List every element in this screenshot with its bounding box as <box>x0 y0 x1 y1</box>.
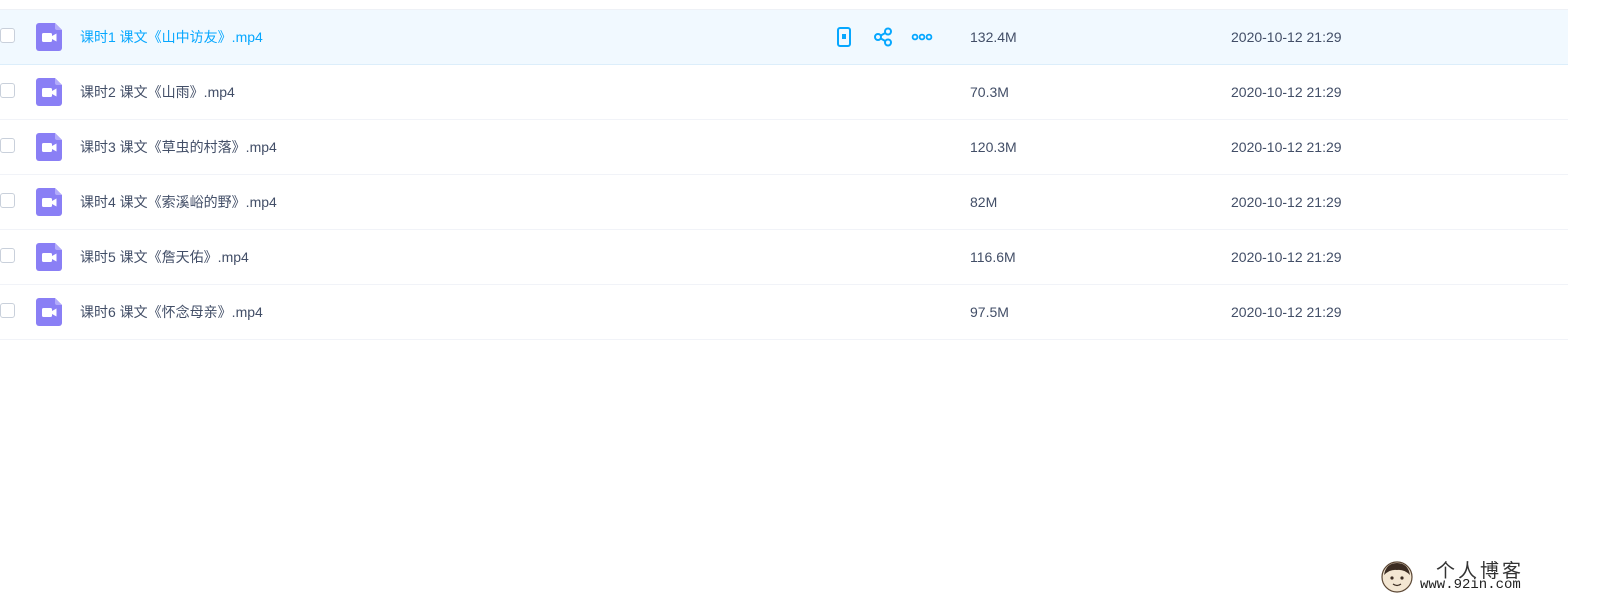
file-row[interactable]: 课时4 课文《索溪峪的野》.mp4 82M 2020-10-12 21:29 <box>0 175 1568 230</box>
file-size: 70.3M <box>970 84 1009 100</box>
row-checkbox[interactable] <box>0 303 15 318</box>
video-file-icon <box>36 23 62 51</box>
file-name[interactable]: 课时3 课文《草虫的村落》.mp4 <box>80 120 277 174</box>
row-checkbox[interactable] <box>0 83 15 98</box>
video-file-icon <box>36 133 62 161</box>
file-size: 116.6M <box>970 249 1016 265</box>
file-size: 120.3M <box>970 139 1017 155</box>
row-checkbox[interactable] <box>0 248 15 263</box>
file-modified-time: 2020-10-12 21:29 <box>1231 304 1342 320</box>
file-row[interactable]: 课时6 课文《怀念母亲》.mp4 97.5M 2020-10-12 21:29 <box>0 285 1568 340</box>
file-size: 132.4M <box>970 29 1017 45</box>
file-modified-time: 2020-10-12 21:29 <box>1231 249 1342 265</box>
file-size: 82M <box>970 194 998 210</box>
video-file-icon <box>36 188 62 216</box>
file-modified-time: 2020-10-12 21:29 <box>1231 29 1342 45</box>
share-icon[interactable] <box>872 26 894 48</box>
blog-watermark: 个人博客 www.92in.com <box>1378 556 1558 596</box>
file-size: 97.5M <box>970 304 1009 320</box>
file-list-page: 课时1 课文《山中访友》.mp4 132.4M 2020-10-12 21:29… <box>0 0 1603 611</box>
file-row[interactable]: 课时3 课文《草虫的村落》.mp4 120.3M 2020-10-12 21:2… <box>0 120 1568 175</box>
file-name[interactable]: 课时2 课文《山雨》.mp4 <box>80 65 235 119</box>
file-modified-time: 2020-10-12 21:29 <box>1231 84 1342 100</box>
file-row[interactable]: 课时2 课文《山雨》.mp4 70.3M 2020-10-12 21:29 <box>0 65 1568 120</box>
row-checkbox[interactable] <box>0 193 15 208</box>
avatar-icon <box>1381 561 1413 593</box>
phone-icon[interactable] <box>833 26 855 48</box>
file-modified-time: 2020-10-12 21:29 <box>1231 194 1342 210</box>
file-list: 课时1 课文《山中访友》.mp4 132.4M 2020-10-12 21:29… <box>0 9 1568 340</box>
video-file-icon <box>36 78 62 106</box>
row-actions <box>833 26 933 48</box>
video-file-icon <box>36 298 62 326</box>
row-checkbox[interactable] <box>0 138 15 153</box>
row-checkbox[interactable] <box>0 28 15 43</box>
file-name[interactable]: 课时5 课文《詹天佑》.mp4 <box>80 230 249 284</box>
file-name[interactable]: 课时4 课文《索溪峪的野》.mp4 <box>80 175 277 229</box>
file-row[interactable]: 课时5 课文《詹天佑》.mp4 116.6M 2020-10-12 21:29 <box>0 230 1568 285</box>
video-file-icon <box>36 243 62 271</box>
file-name[interactable]: 课时1 课文《山中访友》.mp4 <box>80 10 263 64</box>
watermark-url: www.92in.com <box>1420 577 1521 593</box>
file-modified-time: 2020-10-12 21:29 <box>1231 139 1342 155</box>
more-icon[interactable] <box>911 26 933 48</box>
file-name[interactable]: 课时6 课文《怀念母亲》.mp4 <box>80 285 263 339</box>
file-row[interactable]: 课时1 课文《山中访友》.mp4 132.4M 2020-10-12 21:29 <box>0 10 1568 65</box>
